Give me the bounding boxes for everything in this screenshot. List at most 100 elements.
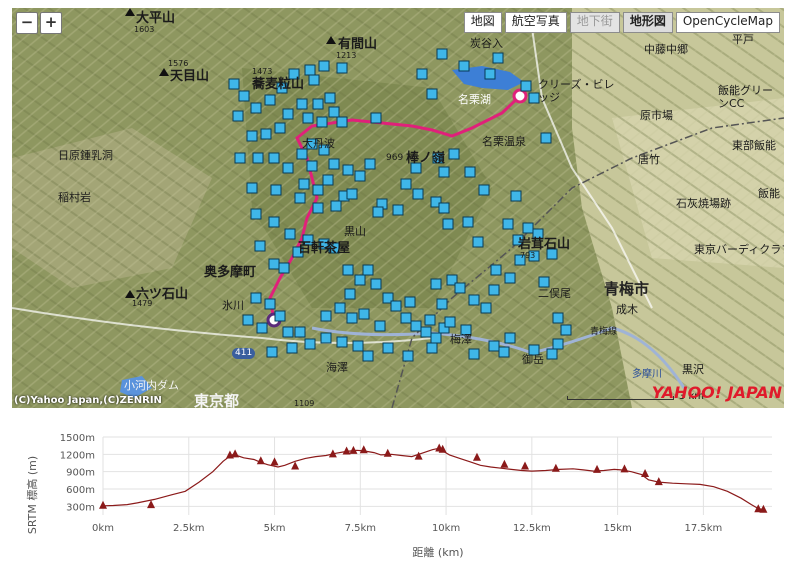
waypoint-marker[interactable] — [488, 340, 500, 352]
waypoint-marker[interactable] — [268, 216, 280, 228]
route-start-marker[interactable] — [512, 88, 528, 104]
waypoint-marker[interactable] — [234, 152, 246, 164]
waypoint-marker[interactable] — [400, 312, 412, 324]
waypoint-marker[interactable] — [480, 302, 492, 314]
waypoint-marker[interactable] — [540, 132, 552, 144]
waypoint-marker[interactable] — [448, 148, 460, 160]
waypoint-marker[interactable] — [478, 184, 490, 196]
waypoint-marker[interactable] — [242, 314, 254, 326]
waypoint-marker[interactable] — [304, 64, 316, 76]
waypoint-marker[interactable] — [424, 314, 436, 326]
waypoint-marker[interactable] — [492, 52, 504, 64]
waypoint-marker[interactable] — [336, 336, 348, 348]
waypoint-marker[interactable] — [484, 68, 496, 80]
waypoint-marker[interactable] — [346, 312, 358, 324]
waypoint-marker[interactable] — [420, 326, 432, 338]
waypoint-marker[interactable] — [454, 282, 466, 294]
waypoint-marker[interactable] — [426, 88, 438, 100]
waypoint-marker[interactable] — [278, 262, 290, 274]
waypoint-marker[interactable] — [274, 122, 286, 134]
waypoint-marker[interactable] — [286, 342, 298, 354]
zoom-in-button[interactable]: + — [40, 12, 62, 34]
waypoint-marker[interactable] — [334, 302, 346, 314]
waypoint-marker[interactable] — [312, 184, 324, 196]
waypoint-marker[interactable] — [328, 158, 340, 170]
waypoint-marker[interactable] — [238, 90, 250, 102]
waypoint-marker[interactable] — [538, 276, 550, 288]
waypoint-marker[interactable] — [232, 110, 244, 122]
waypoint-marker[interactable] — [320, 310, 332, 322]
waypoint-marker[interactable] — [250, 208, 262, 220]
waypoint-marker[interactable] — [266, 346, 278, 358]
waypoint-marker[interactable] — [294, 326, 306, 338]
waypoint-marker[interactable] — [316, 116, 328, 128]
waypoint-marker[interactable] — [318, 60, 330, 72]
layer-opencyclemap-button[interactable]: OpenCycleMap — [675, 12, 780, 33]
waypoint-marker[interactable] — [312, 202, 324, 214]
waypoint-marker[interactable] — [412, 188, 424, 200]
waypoint-marker[interactable] — [546, 348, 558, 360]
waypoint-marker[interactable] — [402, 350, 414, 362]
waypoint-marker[interactable] — [560, 324, 572, 336]
waypoint-marker[interactable] — [254, 240, 266, 252]
waypoint-marker[interactable] — [358, 308, 370, 320]
waypoint-marker[interactable] — [260, 128, 272, 140]
waypoint-marker[interactable] — [328, 106, 340, 118]
waypoint-marker[interactable] — [302, 112, 314, 124]
waypoint-marker[interactable] — [502, 218, 514, 230]
waypoint-marker[interactable] — [268, 258, 280, 270]
waypoint-marker[interactable] — [400, 178, 412, 190]
waypoint-marker[interactable] — [464, 166, 476, 178]
waypoint-marker[interactable] — [510, 190, 522, 202]
waypoint-marker[interactable] — [426, 342, 438, 354]
waypoint-marker[interactable] — [250, 292, 262, 304]
waypoint-marker[interactable] — [264, 298, 276, 310]
waypoint-marker[interactable] — [336, 116, 348, 128]
waypoint-marker[interactable] — [438, 166, 450, 178]
waypoint-marker[interactable] — [552, 338, 564, 350]
layer-map-button[interactable]: 地図 — [463, 12, 502, 33]
waypoint-marker[interactable] — [264, 94, 276, 106]
waypoint-marker[interactable] — [306, 160, 318, 172]
layer-underground-button[interactable]: 地下街 — [569, 12, 620, 33]
waypoint-marker[interactable] — [282, 162, 294, 174]
waypoint-marker[interactable] — [522, 222, 534, 234]
waypoint-marker[interactable] — [282, 108, 294, 120]
waypoint-marker[interactable] — [442, 218, 454, 230]
waypoint-marker[interactable] — [468, 294, 480, 306]
waypoint-marker[interactable] — [392, 204, 404, 216]
waypoint-marker[interactable] — [444, 316, 456, 328]
waypoint-marker[interactable] — [270, 184, 282, 196]
waypoint-marker[interactable] — [462, 216, 474, 228]
waypoint-marker[interactable] — [436, 298, 448, 310]
waypoint-marker[interactable] — [416, 68, 428, 80]
waypoint-marker[interactable] — [438, 202, 450, 214]
waypoint-marker[interactable] — [336, 62, 348, 74]
waypoint-marker[interactable] — [488, 284, 500, 296]
waypoint-marker[interactable] — [298, 178, 310, 190]
waypoint-marker[interactable] — [344, 288, 356, 300]
waypoint-marker[interactable] — [410, 320, 422, 332]
waypoint-marker[interactable] — [468, 348, 480, 360]
waypoint-marker[interactable] — [330, 200, 342, 212]
waypoint-marker[interactable] — [296, 148, 308, 160]
waypoint-marker[interactable] — [304, 338, 316, 350]
waypoint-marker[interactable] — [362, 264, 374, 276]
waypoint-marker[interactable] — [498, 346, 510, 358]
waypoint-marker[interactable] — [320, 332, 332, 344]
terrain-map[interactable] — [12, 8, 784, 408]
waypoint-marker[interactable] — [284, 228, 296, 240]
waypoint-marker[interactable] — [294, 192, 306, 204]
waypoint-marker[interactable] — [268, 152, 280, 164]
waypoint-marker[interactable] — [472, 236, 484, 248]
layer-aerial-button[interactable]: 航空写真 — [504, 12, 567, 33]
waypoint-marker[interactable] — [390, 300, 402, 312]
layer-terrain-button[interactable]: 地形図 — [622, 12, 673, 33]
waypoint-marker[interactable] — [430, 332, 442, 344]
waypoint-marker[interactable] — [296, 98, 308, 110]
waypoint-marker[interactable] — [370, 112, 382, 124]
zoom-out-button[interactable]: − — [16, 12, 38, 34]
waypoint-marker[interactable] — [274, 310, 286, 322]
waypoint-marker[interactable] — [252, 152, 264, 164]
waypoint-marker[interactable] — [552, 312, 564, 324]
